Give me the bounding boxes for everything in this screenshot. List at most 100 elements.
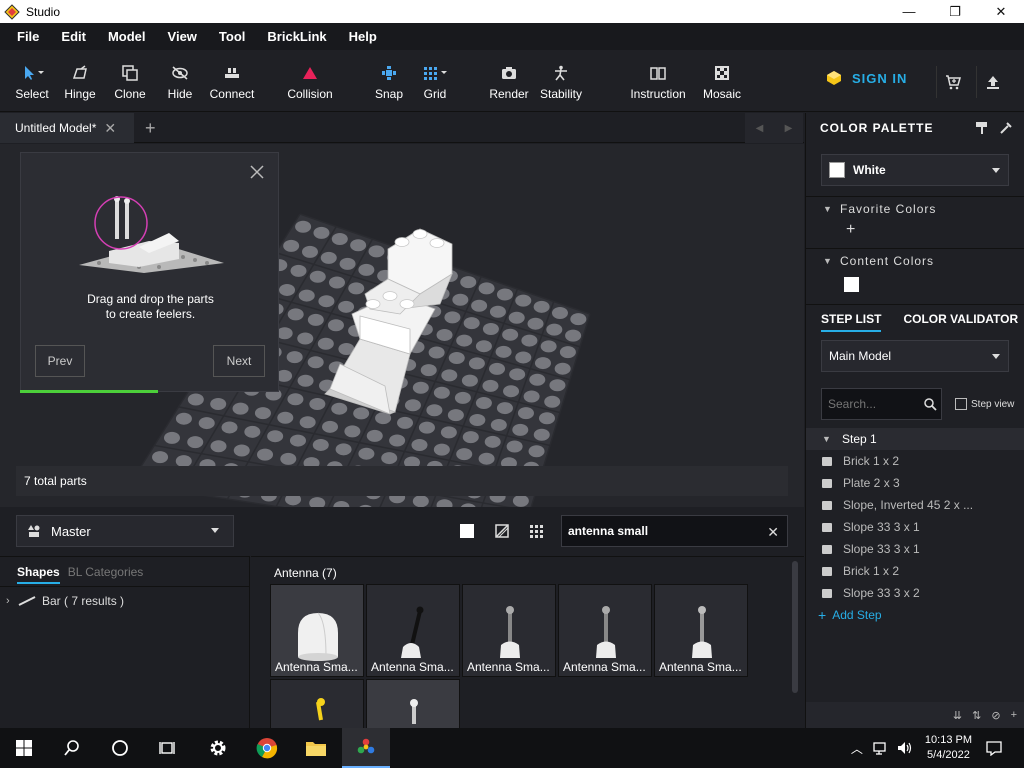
content-color-white-swatch[interactable] — [844, 277, 859, 292]
step-view-checkbox[interactable] — [955, 398, 967, 410]
palette-dropdown[interactable]: Master — [16, 515, 234, 547]
upload-button[interactable] — [976, 66, 1008, 98]
tab-scroll-left-icon[interactable]: ◀ — [756, 123, 764, 134]
step-1-row[interactable]: ▼ Step 1 — [806, 428, 1024, 450]
minimize-button[interactable]: — — [886, 0, 932, 23]
collision-tool[interactable]: Collision — [282, 50, 338, 112]
hide-step-icon[interactable]: ⊘ — [991, 709, 1000, 722]
volume-icon[interactable] — [897, 741, 913, 755]
part-tile[interactable] — [366, 679, 460, 728]
list-item[interactable]: Slope 33 3 x 1 — [806, 538, 1024, 560]
part-tile[interactable]: Antenna Sma... — [366, 584, 460, 677]
step-view-toggle[interactable]: Step view — [955, 398, 1014, 410]
color-off-icon[interactable] — [494, 523, 510, 539]
step-search-input[interactable] — [828, 397, 918, 411]
color-view-icon[interactable] — [459, 523, 475, 539]
sign-in-button[interactable]: SIGN IN — [826, 70, 907, 86]
model-stud — [399, 299, 415, 309]
task-view-button[interactable] — [144, 728, 192, 768]
stability-tool[interactable]: Stability — [537, 50, 585, 112]
menu-bricklink[interactable]: BrickLink — [256, 29, 337, 44]
menu-file[interactable]: File — [6, 29, 50, 44]
part-tile[interactable] — [270, 679, 364, 728]
close-icon[interactable] — [248, 163, 266, 181]
stud — [527, 317, 544, 330]
add-step-button[interactable]: + Add Step — [806, 604, 1024, 626]
brick-icon — [822, 544, 832, 554]
grid-view-icon[interactable] — [528, 523, 544, 539]
notifications-icon[interactable] — [986, 740, 1002, 756]
stud — [317, 337, 334, 350]
cortana-button[interactable] — [96, 728, 144, 768]
close-tab-icon[interactable]: ✕ — [104, 120, 116, 137]
stud — [287, 308, 304, 321]
list-item[interactable]: Slope 33 3 x 2 — [806, 582, 1024, 604]
chrome-taskbar-button[interactable] — [243, 728, 291, 768]
parts-search-input[interactable] — [568, 524, 758, 538]
color-dropdown[interactable]: White — [821, 154, 1009, 186]
part-tile[interactable]: Antenna Sma... — [462, 584, 556, 677]
tab-step-list[interactable]: STEP LIST — [821, 312, 882, 332]
tab-untitled-model[interactable]: Untitled Model* ✕ — [0, 113, 134, 143]
paint-roller-icon[interactable] — [975, 121, 989, 135]
snap-tool[interactable]: Snap — [370, 50, 408, 112]
menu-edit[interactable]: Edit — [50, 29, 97, 44]
search-taskbar-button[interactable] — [48, 728, 96, 768]
step-search-field[interactable] — [821, 388, 942, 420]
cart-button[interactable] — [936, 66, 968, 98]
render-tool[interactable]: Render — [489, 50, 529, 112]
start-button[interactable] — [0, 728, 48, 768]
expand-all-icon[interactable]: ⇅ — [972, 709, 981, 722]
chrome-icon — [256, 738, 278, 759]
tab-shapes[interactable]: Shapes — [17, 565, 60, 584]
part-tile[interactable]: Antenna Sma... — [270, 584, 364, 677]
menu-tool[interactable]: Tool — [208, 29, 256, 44]
collapse-all-icon[interactable]: ⇊ — [953, 709, 962, 722]
title-bar: Studio — ❐ ✕ — [0, 0, 1024, 23]
hide-tool[interactable]: Hide — [160, 50, 200, 112]
prev-button[interactable]: Prev — [35, 345, 85, 377]
mosaic-tool[interactable]: Mosaic — [700, 50, 744, 112]
list-item[interactable]: Brick 1 x 2 — [806, 450, 1024, 472]
grid-scrollbar[interactable] — [792, 561, 798, 693]
list-item[interactable]: Brick 1 x 2 — [806, 560, 1024, 582]
clock[interactable]: 10:13 PM 5/4/2022 — [925, 733, 972, 763]
category-bar-row[interactable]: › Bar ( 7 results ) — [0, 587, 249, 615]
part-tile[interactable]: Antenna Sma... — [654, 584, 748, 677]
close-window-button[interactable]: ✕ — [978, 0, 1024, 23]
network-icon[interactable] — [873, 741, 889, 755]
search-icon[interactable] — [923, 397, 937, 411]
connect-tool[interactable]: Connect — [206, 50, 258, 112]
clone-tool[interactable]: Clone — [110, 50, 150, 112]
menu-help[interactable]: Help — [338, 29, 388, 44]
chevron-up-icon[interactable]: ︿ — [851, 740, 863, 757]
stud — [412, 381, 429, 394]
hinge-tool[interactable]: Hinge — [60, 50, 100, 112]
menu-view[interactable]: View — [157, 29, 208, 44]
studio-taskbar-button[interactable] — [342, 728, 390, 768]
list-item[interactable]: Slope 33 3 x 1 — [806, 516, 1024, 538]
content-colors-header[interactable]: ▼ Content Colors — [806, 249, 1024, 273]
parts-search-field[interactable]: ✕ — [561, 515, 788, 547]
list-item[interactable]: Plate 2 x 3 — [806, 472, 1024, 494]
select-tool[interactable]: Select — [12, 50, 52, 112]
instruction-tool[interactable]: Instruction — [626, 50, 690, 112]
grid-tool[interactable]: Grid — [418, 50, 452, 112]
list-item[interactable]: Slope, Inverted 45 2 x ... — [806, 494, 1024, 516]
settings-taskbar-button[interactable] — [194, 728, 242, 768]
favorite-colors-header[interactable]: ▼ Favorite Colors — [806, 197, 1024, 221]
menu-model[interactable]: Model — [97, 29, 157, 44]
next-button[interactable]: Next — [213, 345, 265, 377]
add-tab-button[interactable]: + — [145, 118, 156, 139]
tab-color-validator[interactable]: COLOR VALIDATOR — [903, 312, 1018, 326]
add-favorite-color-button[interactable]: + — [806, 221, 1024, 239]
clear-search-icon[interactable]: ✕ — [767, 524, 779, 541]
tab-bl-categories[interactable]: BL Categories — [68, 565, 144, 579]
model-dropdown[interactable]: Main Model — [821, 340, 1009, 372]
maximize-button[interactable]: ❐ — [932, 0, 978, 23]
part-tile[interactable]: Antenna Sma... — [558, 584, 652, 677]
add-icon[interactable]: + — [1011, 709, 1017, 721]
file-explorer-taskbar-button[interactable] — [292, 728, 340, 768]
eyedropper-icon[interactable] — [999, 121, 1013, 135]
tab-scroll-right-icon[interactable]: ▶ — [785, 123, 793, 134]
